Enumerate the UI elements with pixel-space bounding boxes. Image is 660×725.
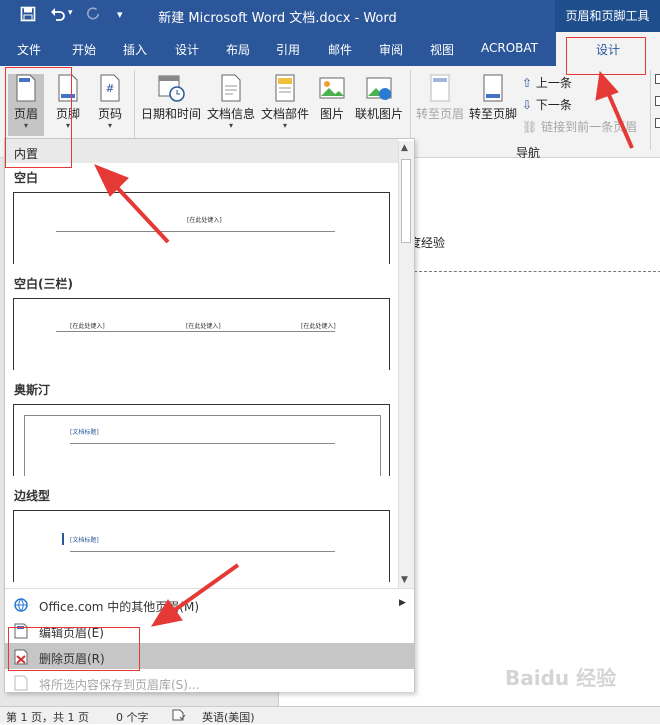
watermark: Baidu 经验 bbox=[505, 666, 617, 690]
status-bar: 第 1 页，共 1 页 0 个字 英语(美国) bbox=[0, 706, 660, 724]
annotation-arrowhead bbox=[595, 70, 619, 101]
annotation-arrow-line bbox=[604, 87, 634, 149]
annotation-arrow-line bbox=[110, 180, 170, 244]
page-count[interactable]: 第 1 页，共 1 页 bbox=[6, 709, 89, 725]
language-indicator[interactable]: 英语(美国) bbox=[202, 709, 255, 725]
annotation-arrows bbox=[93, 70, 634, 627]
annotation-arrow-line bbox=[170, 563, 240, 614]
word-count[interactable]: 0 个字 bbox=[116, 709, 149, 725]
proofing-icon[interactable] bbox=[172, 709, 186, 724]
annotation-arrowhead bbox=[150, 599, 183, 627]
